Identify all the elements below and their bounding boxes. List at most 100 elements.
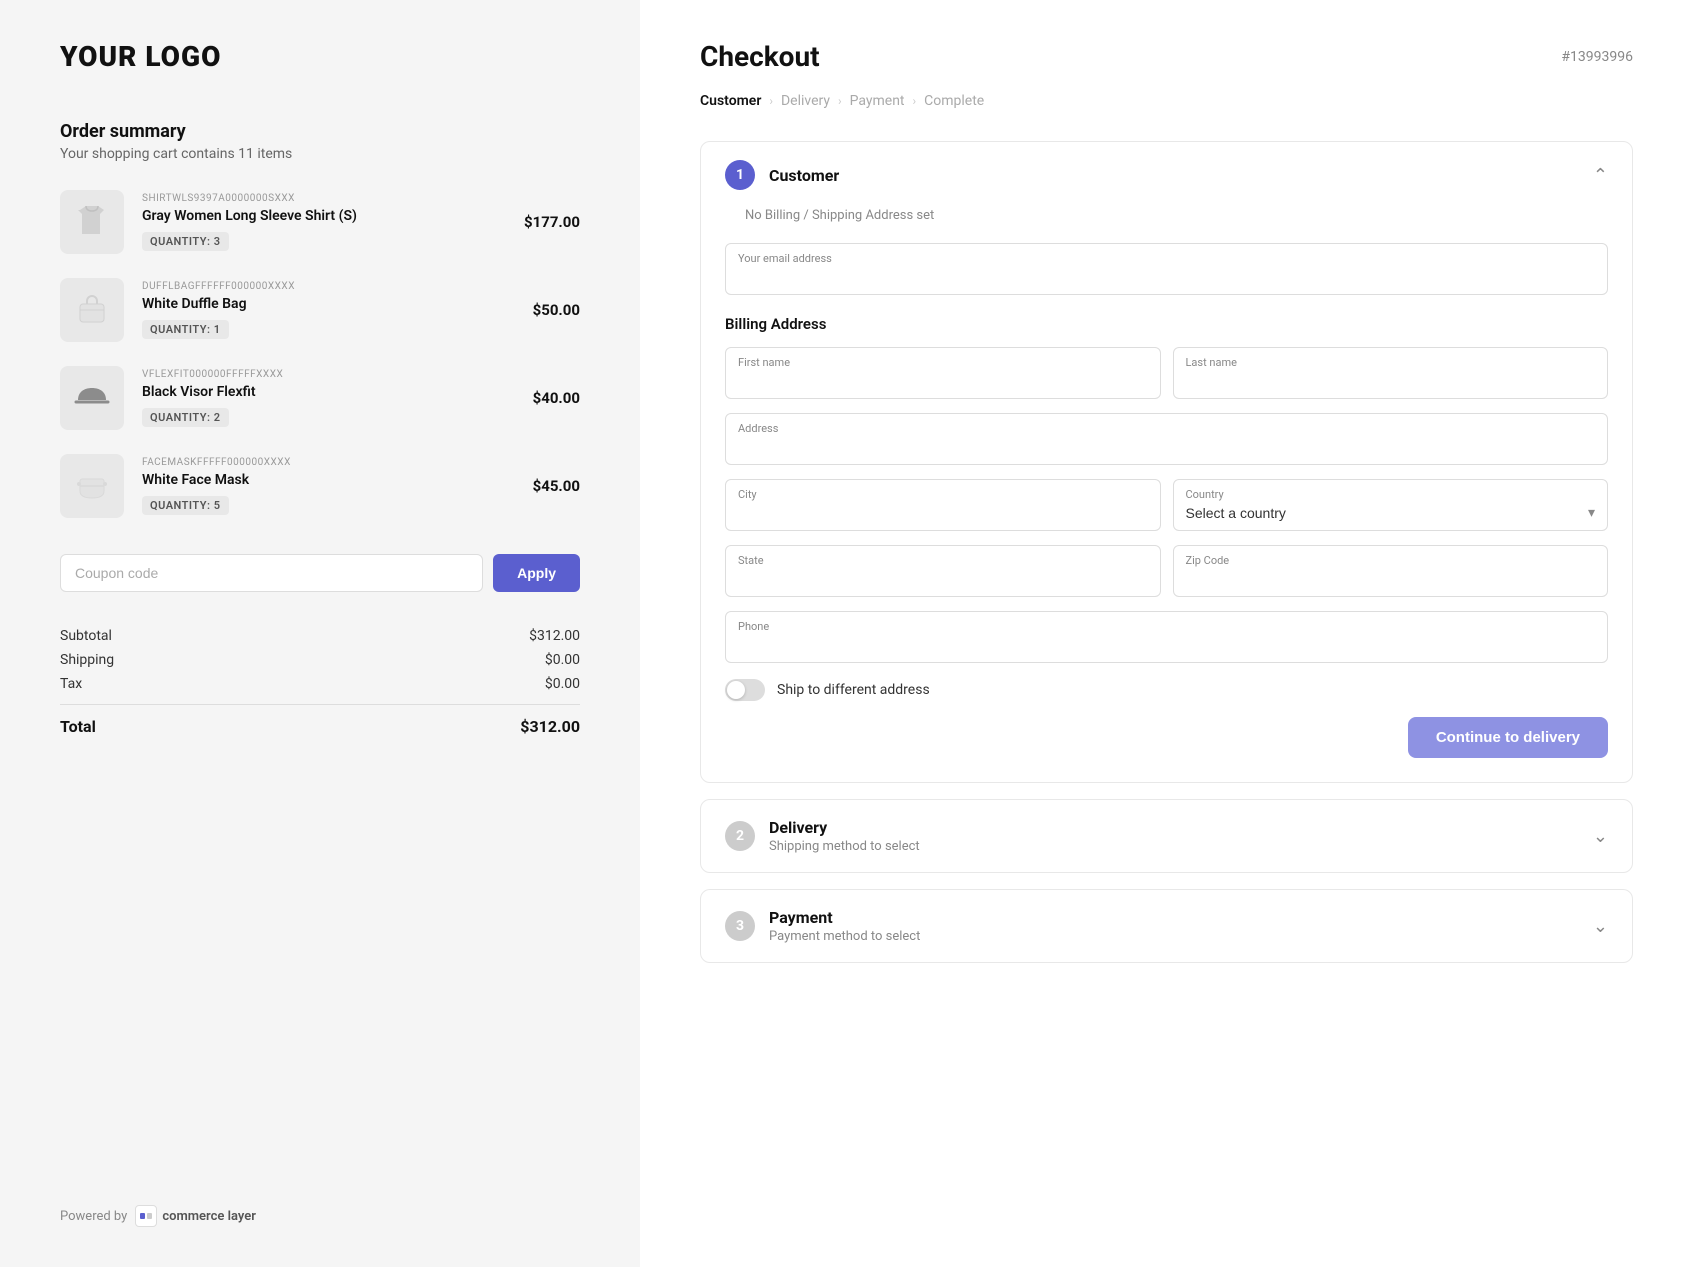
order-item: FACEMASKFFFFF000000XXXX White Face Mask … bbox=[60, 454, 580, 518]
apply-button[interactable]: Apply bbox=[493, 554, 580, 592]
phone-label: Phone bbox=[738, 620, 1595, 633]
payment-step-header[interactable]: 3 Payment Payment method to select ⌄ bbox=[701, 890, 1632, 962]
country-label: Country bbox=[1186, 488, 1596, 501]
breadcrumb-item-complete[interactable]: Complete bbox=[924, 93, 984, 109]
breadcrumb-item-payment[interactable]: Payment bbox=[850, 93, 905, 109]
payment-step-title: Payment bbox=[769, 908, 920, 927]
breadcrumb-separator: › bbox=[769, 94, 773, 108]
breadcrumb-separator: › bbox=[838, 94, 842, 108]
country-select-wrapper: Select a country bbox=[1186, 503, 1596, 522]
breadcrumb: Customer›Delivery›Payment›Complete bbox=[700, 93, 1633, 109]
item-price: $50.00 bbox=[533, 301, 580, 319]
city-label: City bbox=[738, 488, 1148, 501]
customer-step-number: 1 bbox=[725, 160, 755, 190]
billing-address-label: Billing Address bbox=[725, 315, 1608, 333]
breadcrumb-item-delivery[interactable]: Delivery bbox=[781, 93, 830, 109]
payment-step-info: Payment Payment method to select bbox=[769, 908, 920, 944]
name-row: First name Last name bbox=[725, 347, 1608, 399]
item-price: $177.00 bbox=[524, 213, 580, 231]
item-price: $40.00 bbox=[533, 389, 580, 407]
delivery-step-chevron[interactable]: ⌄ bbox=[1593, 826, 1608, 847]
email-input[interactable] bbox=[738, 269, 1595, 285]
item-image bbox=[60, 190, 124, 254]
right-panel: Checkout #13993996 Customer › Delivery › Pay… bbox=[640, 0, 1693, 1267]
coupon-section: Apply bbox=[60, 554, 580, 592]
email-label: Your email address bbox=[738, 252, 1595, 265]
payment-step-subtitle: Payment method to select bbox=[769, 929, 920, 944]
phone-input[interactable] bbox=[738, 637, 1595, 653]
item-price: $45.00 bbox=[533, 477, 580, 495]
customer-step-header[interactable]: 1 Customer ⌃ bbox=[701, 142, 1632, 208]
totals-section: Subtotal $312.00 Shipping $0.00 Tax $0.0… bbox=[60, 628, 580, 736]
state-zip-row: State Zip Code bbox=[725, 545, 1608, 597]
left-panel: YOUR LOGO Order summary Your shopping ca… bbox=[0, 0, 640, 1267]
delivery-step-header[interactable]: 2 Delivery Shipping method to select ⌄ bbox=[701, 800, 1632, 872]
ship-to-different-toggle[interactable] bbox=[725, 679, 765, 701]
zip-input[interactable] bbox=[1186, 571, 1596, 587]
order-item: DUFFLBAGFFFFFF000000XXXX White Duffle Ba… bbox=[60, 278, 580, 342]
item-name: White Face Mask bbox=[142, 472, 515, 488]
item-sku: DUFFLBAGFFFFFF000000XXXX bbox=[142, 281, 515, 292]
item-image bbox=[60, 454, 124, 518]
delivery-step-title: Delivery bbox=[769, 818, 920, 837]
address-group: Address bbox=[725, 413, 1608, 465]
item-quantity: QUANTITY: 5 bbox=[142, 496, 229, 515]
phone-group: Phone bbox=[725, 611, 1608, 663]
delivery-step-header-left: 2 Delivery Shipping method to select bbox=[725, 818, 920, 854]
payment-step-chevron[interactable]: ⌄ bbox=[1593, 916, 1608, 937]
zip-field: Zip Code bbox=[1173, 545, 1609, 597]
city-country-row: City Country Select a country bbox=[725, 479, 1608, 531]
item-details: DUFFLBAGFFFFFF000000XXXX White Duffle Ba… bbox=[142, 281, 515, 339]
item-sku: VFLEXFIT000000FFFFFXXXX bbox=[142, 369, 515, 380]
country-field: Country Select a country bbox=[1173, 479, 1609, 531]
customer-step: 1 Customer ⌃ No Billing / Shipping Addre… bbox=[700, 141, 1633, 783]
item-image bbox=[60, 366, 124, 430]
tax-row: Tax $0.00 bbox=[60, 676, 580, 692]
item-details: SHIRTWLS9397A0000000SXXX Gray Women Long… bbox=[142, 193, 506, 251]
state-label: State bbox=[738, 554, 1148, 567]
customer-step-chevron[interactable]: ⌃ bbox=[1593, 165, 1608, 186]
cl-icon bbox=[135, 1205, 157, 1227]
item-quantity: QUANTITY: 2 bbox=[142, 408, 229, 427]
subtotal-label: Subtotal bbox=[60, 628, 112, 644]
item-name: Black Visor Flexfit bbox=[142, 384, 515, 400]
order-items-list: SHIRTWLS9397A0000000SXXX Gray Women Long… bbox=[60, 190, 580, 542]
grand-total-row: Total $312.00 bbox=[60, 717, 580, 736]
order-number: #13993996 bbox=[1561, 49, 1633, 65]
address-label: Address bbox=[738, 422, 1595, 435]
first-name-input[interactable] bbox=[738, 373, 1148, 389]
delivery-step-number: 2 bbox=[725, 821, 755, 851]
customer-step-title: Customer bbox=[769, 166, 839, 185]
phone-field: Phone bbox=[725, 611, 1608, 663]
total-label: Total bbox=[60, 717, 96, 736]
state-input[interactable] bbox=[738, 571, 1148, 587]
zip-label: Zip Code bbox=[1186, 554, 1596, 567]
address-input[interactable] bbox=[738, 439, 1595, 455]
country-select[interactable]: Select a country bbox=[1186, 505, 1596, 521]
city-input[interactable] bbox=[738, 505, 1148, 521]
last-name-label: Last name bbox=[1186, 356, 1596, 369]
last-name-input[interactable] bbox=[1186, 373, 1596, 389]
coupon-input[interactable] bbox=[60, 554, 483, 592]
payment-step-number: 3 bbox=[725, 911, 755, 941]
item-name: Gray Women Long Sleeve Shirt (S) bbox=[142, 208, 506, 224]
shipping-label: Shipping bbox=[60, 652, 114, 668]
total-value: $312.00 bbox=[520, 717, 580, 736]
delivery-step-info: Delivery Shipping method to select bbox=[769, 818, 920, 854]
order-summary-title: Order summary bbox=[60, 121, 580, 142]
continue-to-delivery-button[interactable]: Continue to delivery bbox=[1408, 717, 1608, 758]
item-details: FACEMASKFFFFF000000XXXX White Face Mask … bbox=[142, 457, 515, 515]
logo: YOUR LOGO bbox=[60, 40, 580, 73]
first-name-field: First name bbox=[725, 347, 1161, 399]
item-sku: SHIRTWLS9397A0000000SXXX bbox=[142, 193, 506, 204]
commerce-layer-logo: commerce layer bbox=[135, 1205, 256, 1227]
customer-step-info: Customer bbox=[769, 166, 839, 185]
ship-to-different-label: Ship to different address bbox=[777, 682, 930, 698]
checkout-title: Checkout bbox=[700, 40, 820, 73]
item-name: White Duffle Bag bbox=[142, 296, 515, 312]
state-field: State bbox=[725, 545, 1161, 597]
breadcrumb-separator: › bbox=[913, 94, 917, 108]
tax-value: $0.00 bbox=[545, 676, 580, 692]
total-divider bbox=[60, 704, 580, 705]
customer-step-header-left: 1 Customer bbox=[725, 160, 839, 190]
